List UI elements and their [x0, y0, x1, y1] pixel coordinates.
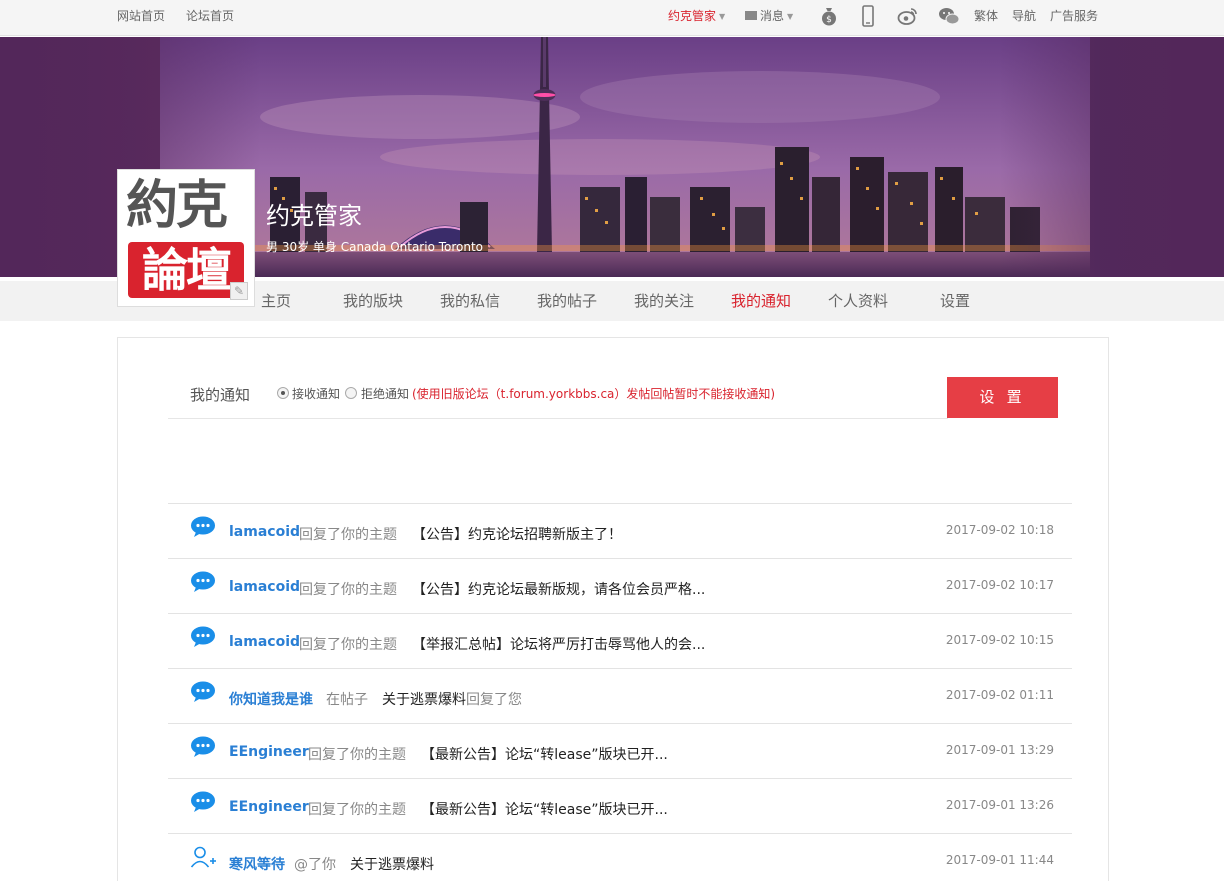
notification-action: 在帖子	[326, 692, 368, 708]
notification-time: 2017-09-01 11:44	[945, 853, 1054, 867]
receive-notify-radio[interactable]	[277, 387, 289, 399]
notification-user[interactable]: lamacoid	[229, 524, 300, 540]
notification-suffix: 回复了您	[466, 692, 522, 708]
avatar-logo-top: 約克	[126, 175, 228, 236]
tab-settings[interactable]: 设置	[940, 281, 970, 321]
tab-home[interactable]: 主页	[261, 281, 291, 321]
avatar[interactable]: 約克 論壇 ✎	[117, 169, 255, 307]
tab-my-boards[interactable]: 我的版块	[343, 281, 403, 321]
notification-row[interactable]: 你知道我是谁 在帖子 关于逃票爆料回复了您 2017-09-02 01:11	[168, 668, 1072, 723]
traditional-chinese-link[interactable]: 繁体	[974, 0, 998, 32]
notification-action: 回复了你的主题	[299, 637, 397, 653]
notification-user[interactable]: 寒风等待	[229, 854, 285, 874]
page-title: 我的通知	[190, 386, 251, 404]
notification-time: 2017-09-01 13:29	[945, 743, 1054, 757]
chevron-down-icon: ▼	[719, 12, 726, 21]
navigation-link[interactable]: 导航	[1012, 0, 1036, 32]
reject-notify-radio[interactable]	[345, 387, 357, 399]
settings-button[interactable]: 设 置	[947, 377, 1058, 418]
divider	[168, 418, 948, 419]
chat-bubble-icon	[191, 736, 215, 757]
messages-menu[interactable]: 消息 ▼	[745, 0, 793, 32]
notification-action: 回复了你的主题	[308, 747, 406, 763]
mobile-icon[interactable]	[857, 5, 879, 27]
chat-bubble-icon	[191, 681, 215, 702]
notification-row[interactable]: 寒风等待 @了你 关于逃票爆料 2017-09-01 11:44	[168, 833, 1072, 881]
notification-subject[interactable]: 【最新公告】论坛“转lease”版块已开...	[421, 744, 668, 764]
messages-label: 消息	[760, 9, 785, 23]
chat-bubble-icon	[191, 516, 215, 537]
notification-subject[interactable]: 关于逃票爆料	[350, 854, 434, 874]
money-bag-icon[interactable]: $	[818, 5, 840, 27]
notification-time: 2017-09-02 01:11	[945, 688, 1054, 702]
chat-bubble-icon	[191, 626, 215, 647]
notification-user[interactable]: EEngineer	[229, 799, 309, 815]
notification-action: @了你	[294, 857, 336, 873]
chat-bubble-icon	[191, 791, 215, 812]
notification-user[interactable]: lamacoid	[229, 579, 300, 595]
notification-time: 2017-09-01 13:26	[945, 798, 1054, 812]
user-info: 男 30岁 单身 Canada Ontario Toronto	[266, 240, 484, 254]
chevron-down-icon: ▼	[787, 12, 794, 21]
svg-text:$: $	[826, 15, 832, 25]
notification-subject[interactable]: 【最新公告】论坛“转lease”版块已开...	[421, 799, 668, 819]
tab-my-posts[interactable]: 我的帖子	[537, 281, 597, 321]
notification-subject-text: 关于逃票爆料	[382, 692, 466, 708]
avatar-logo-bottom: 論壇	[128, 242, 244, 298]
user-add-icon	[190, 846, 216, 868]
tab-profile[interactable]: 个人资料	[828, 281, 888, 321]
notification-row[interactable]: lamacoid 回复了你的主题 【公告】约克论坛招聘新版主了！ 2017-09…	[168, 503, 1072, 558]
user-menu-label: 约克管家	[668, 9, 717, 23]
notification-user[interactable]: EEngineer	[229, 744, 309, 760]
chat-bubble-icon	[191, 571, 215, 592]
notification-row[interactable]: EEngineer 回复了你的主题 【最新公告】论坛“转lease”版块已开..…	[168, 778, 1072, 833]
notification-action: 回复了你的主题	[308, 802, 406, 818]
forum-home-link[interactable]: 论坛首页	[186, 0, 234, 32]
tab-my-messages[interactable]: 我的私信	[440, 281, 500, 321]
site-home-link[interactable]: 网站首页	[117, 0, 165, 32]
receive-notify-label[interactable]: 接收通知	[292, 385, 340, 402]
notification-action: 回复了你的主题	[299, 582, 397, 598]
notification-row[interactable]: EEngineer 回复了你的主题 【最新公告】论坛“转lease”版块已开..…	[168, 723, 1072, 778]
notification-action: 回复了你的主题	[299, 527, 397, 543]
notification-row[interactable]: lamacoid 回复了你的主题 【举报汇总帖】论坛将严厉打击辱骂他人的会...…	[168, 613, 1072, 668]
reject-notify-label[interactable]: 拒绝通知	[361, 385, 409, 402]
notification-user[interactable]: 你知道我是谁	[229, 689, 313, 709]
notification-subject[interactable]: 关于逃票爆料回复了您	[382, 689, 522, 709]
notification-subject[interactable]: 【举报汇总帖】论坛将严厉打击辱骂他人的会...	[412, 634, 705, 654]
notification-time: 2017-09-02 10:15	[945, 633, 1054, 647]
top-bar: 网站首页 论坛首页 约克管家 ▼ 消息 ▼ $ 繁体 导航 广告服务	[0, 0, 1224, 36]
ad-service-link[interactable]: 广告服务	[1050, 0, 1098, 32]
notification-user[interactable]: lamacoid	[229, 634, 300, 650]
wechat-icon[interactable]	[938, 5, 960, 27]
weibo-icon[interactable]	[897, 5, 919, 27]
notice-text: (使用旧版论坛（t.forum.yorkbbs.ca）发帖回帖暂时不能接收通知)	[412, 387, 776, 401]
notification-row[interactable]: lamacoid 回复了你的主题 【公告】约克论坛最新版规，请各位会员严格...…	[168, 558, 1072, 613]
notification-time: 2017-09-02 10:18	[945, 523, 1054, 537]
user-name: 约克管家	[266, 202, 362, 230]
notification-time: 2017-09-02 10:17	[945, 578, 1054, 592]
mail-icon	[745, 11, 757, 20]
user-menu[interactable]: 约克管家 ▼	[668, 0, 725, 32]
tab-my-notifications[interactable]: 我的通知	[731, 281, 791, 321]
notification-subject[interactable]: 【公告】约克论坛最新版规，请各位会员严格...	[412, 579, 705, 599]
notification-subject[interactable]: 【公告】约克论坛招聘新版主了！	[412, 524, 622, 544]
avatar-logo-bottom-text: 論壇	[142, 243, 232, 297]
edit-avatar-icon[interactable]: ✎	[230, 282, 248, 300]
tab-my-follows[interactable]: 我的关注	[634, 281, 694, 321]
